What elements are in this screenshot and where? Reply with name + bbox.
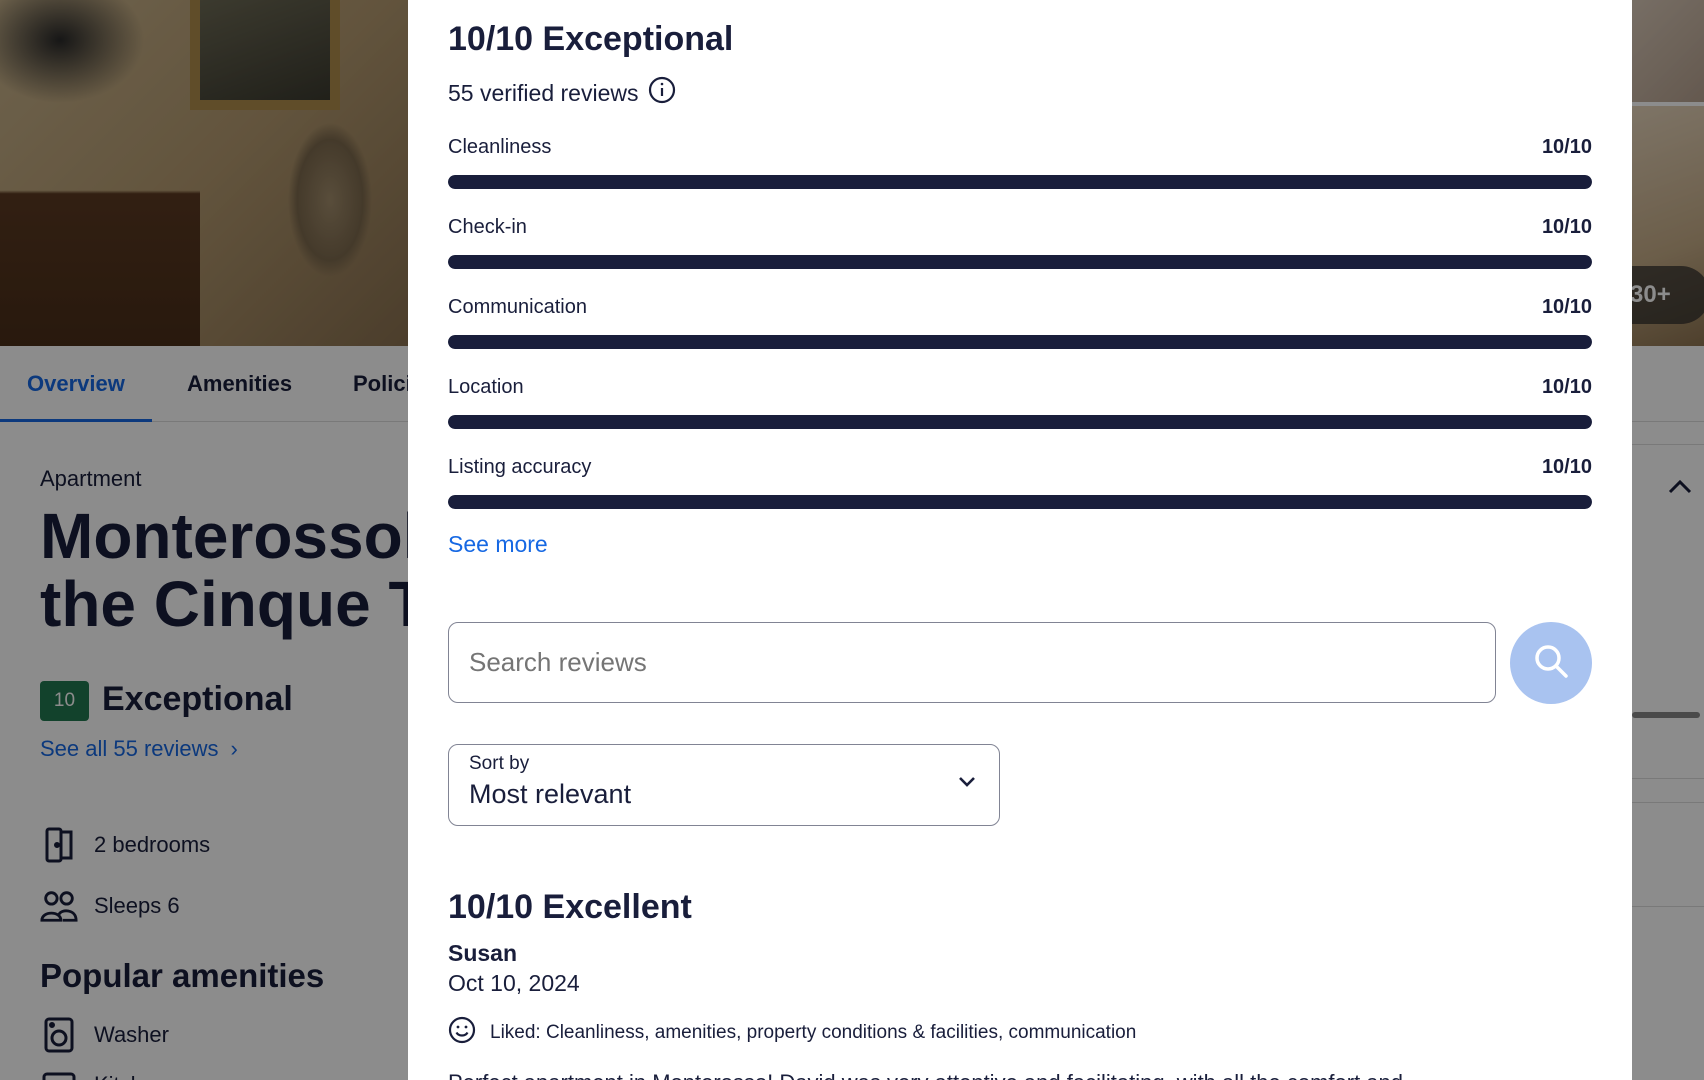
info-icon[interactable] <box>648 76 676 110</box>
rating-bar-fill <box>448 415 1592 429</box>
review-date: Oct 10, 2024 <box>448 970 580 996</box>
rating-bar-track <box>448 175 1592 189</box>
rating-category-value: 10/10 <box>1541 456 1592 478</box>
rating-bar-track <box>448 335 1592 349</box>
reviews-modal: 10/10 Exceptional 55 verified reviews Cl… <box>408 0 1632 1080</box>
overall-rating-title: 10/10 Exceptional <box>448 20 734 58</box>
rating-category-label: Cleanliness <box>448 136 552 158</box>
rating-category-row: Listing accuracy 10/10 <box>448 456 1592 479</box>
rating-category-value: 10/10 <box>1541 136 1592 158</box>
rating-category-row: Communication 10/10 <box>448 296 1592 319</box>
rating-category-value: 10/10 <box>1541 296 1592 318</box>
review-liked: Liked: Cleanliness, amenities, property … <box>448 1016 1136 1050</box>
sort-by-value: Most relevant <box>469 779 632 809</box>
rating-bar-fill <box>448 175 1592 189</box>
verified-reviews-text: 55 verified reviews <box>448 79 639 106</box>
review-liked-text: Liked: Cleanliness, amenities, property … <box>490 1022 1137 1043</box>
sort-by-label: Sort by <box>469 753 530 774</box>
rating-category-label: Communication <box>448 296 587 318</box>
rating-category-label: Listing accuracy <box>448 456 592 478</box>
rating-bar-track <box>448 495 1592 509</box>
verified-reviews: 55 verified reviews <box>448 76 676 110</box>
rating-category-row: Location 10/10 <box>448 376 1592 399</box>
rating-category: Cleanliness 10/10 <box>448 136 1592 189</box>
search-button[interactable] <box>1510 622 1592 704</box>
rating-category: Listing accuracy 10/10 <box>448 456 1592 509</box>
review-author: Susan <box>448 940 518 966</box>
rating-category: Check-in 10/10 <box>448 216 1592 269</box>
rating-category: Location 10/10 <box>448 376 1592 429</box>
see-more-link[interactable]: See more <box>448 531 548 558</box>
chevron-down-icon <box>957 775 977 794</box>
rating-bar-fill <box>448 255 1592 269</box>
rating-bar-track <box>448 415 1592 429</box>
rating-category: Communication 10/10 <box>448 296 1592 349</box>
rating-category-label: Location <box>448 376 524 398</box>
smiley-icon <box>448 1016 476 1050</box>
rating-category-value: 10/10 <box>1541 216 1592 238</box>
review-rating-title: 10/10 Excellent <box>448 888 692 926</box>
review-body: Perfect apartment in Monterosso! David w… <box>448 1070 1403 1080</box>
rating-bar-track <box>448 255 1592 269</box>
rating-category-row: Cleanliness 10/10 <box>448 136 1592 159</box>
rating-category-label: Check-in <box>448 216 527 238</box>
rating-category-row: Check-in 10/10 <box>448 216 1592 239</box>
rating-bar-fill <box>448 495 1592 509</box>
search-icon <box>1532 642 1570 685</box>
search-reviews-input[interactable] <box>448 622 1496 703</box>
sort-by-select[interactable]: Sort by Most relevant <box>448 744 1000 826</box>
rating-bar-fill <box>448 335 1592 349</box>
rating-category-value: 10/10 <box>1541 376 1592 398</box>
